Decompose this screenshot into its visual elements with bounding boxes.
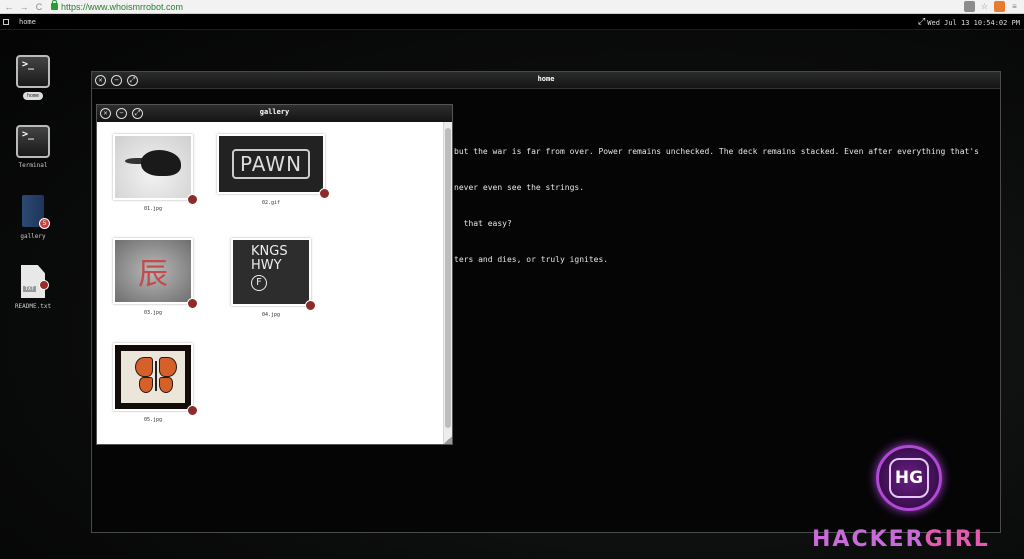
current-location-label: home: [19, 18, 36, 26]
terminal-output: but the war is far from over. Power rema…: [454, 122, 979, 290]
clock: Wed Jul 13 10:54:02 PM: [927, 19, 1020, 27]
desktop-icon-label: home: [22, 92, 44, 100]
desktop-icon-gallery[interactable]: 5 gallery: [7, 195, 59, 240]
file-badge-icon: [39, 280, 49, 290]
url-text: https://www.whoismrrobot.com: [61, 1, 184, 12]
top-panel: home ⤢ Wed Jul 13 10:54:02 PM: [0, 15, 1024, 30]
gallery-content: 01.jpg PAWN 02.gif 辰 03.jpg KNGS HWY F 0…: [97, 122, 444, 444]
star-icon[interactable]: ☆: [979, 1, 990, 12]
window-title: home: [537, 75, 555, 83]
gallery-item[interactable]: 05.jpg: [113, 343, 198, 423]
fullscreen-icon[interactable]: ⤢: [918, 18, 927, 27]
thumbnail-caption: 01.jpg: [143, 206, 163, 212]
gallery-item[interactable]: PAWN 02.gif: [217, 134, 330, 206]
desktop: home ⤢ Wed Jul 13 10:54:02 PM >_ home >_…: [0, 15, 1024, 559]
butterfly-image: [115, 345, 191, 409]
terminal-icon: >_: [16, 55, 50, 88]
desktop-icon-label: README.txt: [14, 303, 52, 310]
gallery-window: ✕ − ⤢ gallery 01.jpg PAWN 02.gif 辰 03.jp…: [96, 104, 453, 445]
pawn-sign-image: PAWN: [219, 136, 323, 192]
window-title: gallery: [259, 108, 290, 116]
file-type-tag: TXT: [23, 286, 37, 292]
record-icon[interactable]: [319, 188, 330, 199]
terminal-line: but the war is far from over. Power rema…: [454, 147, 979, 156]
hg-logo-text: HG: [889, 458, 929, 498]
reload-button[interactable]: C: [33, 1, 45, 13]
thumbnail-frame: 辰: [113, 238, 198, 309]
thumbnail-frame: [113, 134, 198, 205]
home-window-titlebar[interactable]: ✕ − ⤢ home: [92, 72, 1000, 89]
thumbnail-frame: PAWN: [217, 134, 330, 199]
record-icon[interactable]: [305, 300, 316, 311]
hackergirl-wordmark: HACKERGIRL: [812, 527, 990, 552]
terminal-icon: >_: [16, 125, 50, 158]
desktop-icon-readme[interactable]: TXT README.txt: [7, 265, 59, 310]
terminal-line: never even see the strings.: [454, 183, 585, 192]
chinese-character-image: 辰: [115, 240, 191, 302]
count-badge: 5: [39, 218, 50, 229]
folder-icon: 5: [22, 195, 50, 229]
desktop-icon-terminal[interactable]: >_ Terminal: [7, 125, 59, 169]
back-button[interactable]: ←: [3, 1, 15, 13]
scrollbar-thumb[interactable]: [445, 128, 451, 428]
menu-icon[interactable]: ≡: [1009, 1, 1020, 12]
gallery-item[interactable]: 辰 03.jpg: [113, 238, 198, 316]
hackergirl-logo: HG: [876, 445, 942, 511]
forward-button[interactable]: →: [18, 1, 30, 13]
thumbnail-caption: 03.jpg: [143, 310, 163, 316]
vertical-scrollbar[interactable]: [443, 122, 452, 444]
thumbnail-frame: [113, 343, 198, 416]
terminal-line: ters and dies, or truly ignites.: [454, 255, 609, 264]
terminal-line: that easy?: [454, 219, 512, 228]
record-icon[interactable]: [187, 298, 198, 309]
translate-icon[interactable]: [964, 1, 975, 12]
thumbnail-caption: 05.jpg: [143, 417, 163, 423]
desktop-icon-label: Terminal: [18, 162, 48, 169]
extension-icon[interactable]: [994, 1, 1005, 12]
browser-toolbar: ← → C https://www.whoismrrobot.com ☆ ≡: [0, 0, 1024, 14]
thumbnail-caption: 02.gif: [261, 200, 281, 206]
home-indicator[interactable]: [3, 19, 9, 25]
gallery-window-titlebar[interactable]: ✕ − ⤢ gallery: [97, 105, 452, 122]
resize-grip-icon[interactable]: [444, 436, 452, 444]
lock-icon: [51, 0, 58, 10]
kngs-hwy-sign-image: KNGS HWY F: [233, 240, 309, 304]
desktop-icon-label: gallery: [20, 233, 46, 240]
bird-image: [115, 136, 191, 198]
gallery-item[interactable]: KNGS HWY F 04.jpg: [231, 238, 316, 318]
address-bar[interactable]: https://www.whoismrrobot.com: [51, 0, 184, 12]
record-icon[interactable]: [187, 405, 198, 416]
thumbnail-frame: KNGS HWY F: [231, 238, 316, 311]
gallery-item[interactable]: 01.jpg: [113, 134, 198, 212]
record-icon[interactable]: [187, 194, 198, 205]
thumbnail-caption: 04.jpg: [261, 312, 281, 318]
desktop-icon-home[interactable]: >_ home: [7, 55, 59, 100]
